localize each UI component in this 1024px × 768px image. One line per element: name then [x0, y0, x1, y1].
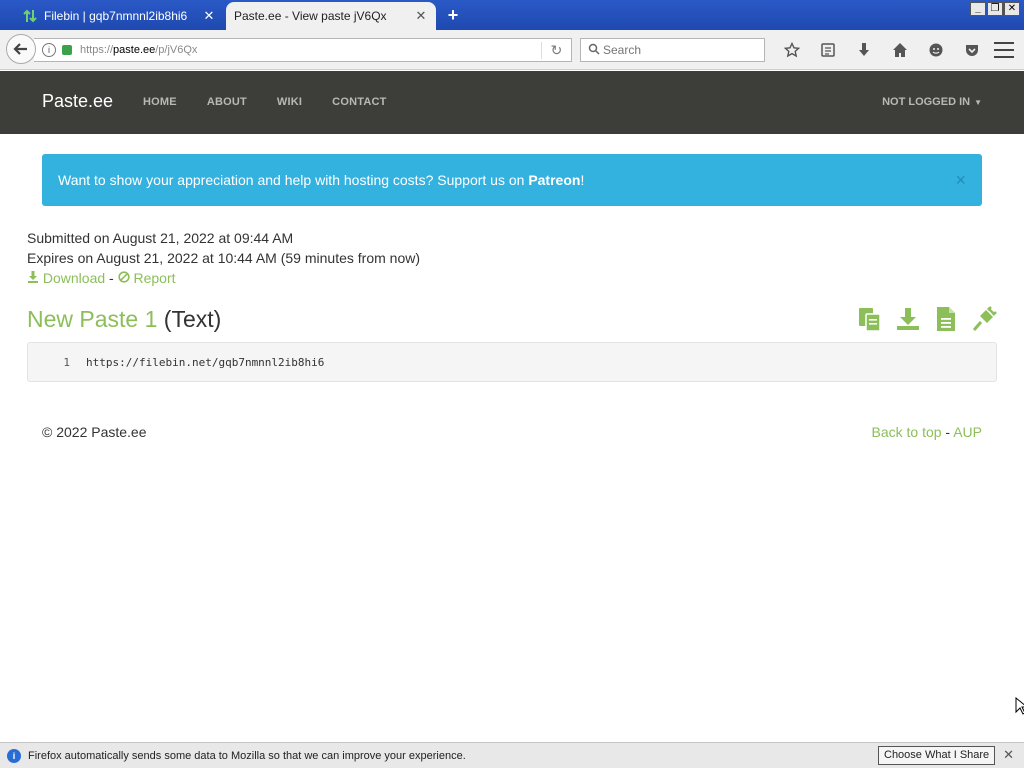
hamburger-menu-icon[interactable] — [994, 40, 1014, 60]
tab-paste-ee[interactable]: Paste.ee - View paste jV6Qx ✕ — [226, 2, 436, 30]
notification-text: Firefox automatically sends some data to… — [28, 749, 466, 762]
tab-title: Filebin | gqb7nmnnl2ib8hi6 — [44, 9, 188, 23]
footer-copyright: © 2022 Paste.ee — [42, 424, 147, 440]
download-icon — [28, 271, 38, 283]
alert-end: ! — [580, 172, 585, 188]
reading-list-icon[interactable] — [810, 38, 846, 62]
aup-link[interactable]: AUP — [953, 424, 982, 440]
url-text[interactable]: https://paste.ee/p/jV6Qx — [80, 44, 541, 56]
code-line: https://filebin.net/gqb7nmnnl2ib8hi6 — [86, 356, 325, 369]
site-brand[interactable]: Paste.ee — [42, 91, 113, 112]
window-controls: _ ❐ ✕ — [970, 2, 1020, 16]
site-nav: HOME ABOUT WIKI CONTACT — [143, 96, 417, 108]
patreon-link[interactable]: Patreon — [528, 172, 580, 188]
paste-meta: Submitted on August 21, 2022 at 09:44 AM… — [27, 228, 420, 288]
report-link[interactable]: Report — [118, 270, 176, 286]
paste-type: (Text) — [163, 306, 222, 332]
paste-name: New Paste 1 — [27, 306, 158, 332]
expires-date: Expires on August 21, 2022 at 10:44 AM (… — [27, 250, 420, 266]
tab-filebin[interactable]: Filebin | gqb7nmnnl2ib8hi6 ✕ — [14, 2, 224, 30]
close-window-button[interactable]: ✕ — [1004, 2, 1020, 16]
search-input[interactable] — [603, 43, 753, 57]
browser-tab-strip: Filebin | gqb7nmnnl2ib8hi6 ✕ Paste.ee - … — [0, 0, 1024, 30]
embed-button[interactable] — [970, 305, 998, 333]
caret-down-icon: ▼ — [974, 98, 982, 107]
login-dropdown[interactable]: NOT LOGGED IN ▼ — [882, 96, 982, 108]
new-tab-button[interactable]: + — [444, 4, 462, 26]
home-icon[interactable] — [882, 38, 918, 62]
download-label: Download — [42, 270, 106, 286]
footer-links: Back to top - AUP — [871, 424, 982, 440]
login-label: NOT LOGGED IN — [882, 96, 971, 108]
download-icon — [897, 308, 919, 330]
raw-document-icon — [937, 307, 955, 331]
url-host: paste.ee — [113, 44, 156, 56]
mouse-cursor-icon — [1015, 697, 1024, 715]
download-paste-button[interactable] — [894, 305, 922, 333]
tab-close-icon[interactable]: ✕ — [202, 8, 216, 24]
nav-wiki[interactable]: WIKI — [277, 96, 302, 108]
url-bar[interactable]: i https://paste.ee/p/jV6Qx ↻ — [34, 38, 572, 62]
nav-contact[interactable]: CONTACT — [332, 96, 386, 108]
patreon-alert: Want to show your appreciation and help … — [42, 154, 982, 206]
lock-icon[interactable] — [62, 45, 72, 55]
back-arrow-icon — [13, 43, 27, 55]
choose-what-i-share-button[interactable]: Choose What I Share — [878, 746, 996, 765]
nav-about[interactable]: ABOUT — [207, 96, 247, 108]
raw-button[interactable] — [932, 305, 960, 333]
alert-message: Want to show your appreciation and help … — [58, 172, 529, 188]
report-label: Report — [133, 270, 176, 286]
info-icon[interactable]: i — [42, 43, 56, 57]
plug-icon — [972, 306, 997, 331]
filebin-arrows-icon — [22, 8, 38, 24]
restore-button[interactable]: ❐ — [987, 2, 1003, 16]
nav-home[interactable]: HOME — [143, 96, 177, 108]
url-path: /p/jV6Qx — [155, 44, 198, 56]
smiley-icon[interactable] — [918, 38, 954, 62]
copy-icon — [859, 308, 881, 332]
firefox-notification-bar: i Firefox automatically sends some data … — [0, 742, 1024, 768]
download-link[interactable]: Download — [27, 270, 105, 286]
ban-icon — [118, 271, 130, 283]
paste-actions — [856, 305, 998, 333]
close-icon[interactable]: ✕ — [1003, 747, 1014, 763]
search-bar[interactable] — [580, 38, 765, 62]
line-number: 1 — [63, 356, 70, 369]
site-header: Paste.ee HOME ABOUT WIKI CONTACT NOT LOG… — [0, 71, 1024, 134]
download-icon[interactable] — [846, 38, 882, 62]
link-separator: - — [105, 270, 118, 286]
footer-separator: - — [941, 424, 954, 440]
back-to-top-link[interactable]: Back to top — [871, 424, 941, 440]
alert-close-icon[interactable]: × — [955, 170, 966, 191]
toolbar-icons — [774, 38, 990, 62]
url-scheme: https:// — [80, 44, 114, 56]
paste-code-box: 1 https://filebin.net/gqb7nmnnl2ib8hi6 — [27, 342, 997, 382]
back-button[interactable] — [6, 34, 36, 64]
minimize-button[interactable]: _ — [970, 2, 986, 16]
bookmark-star-icon[interactable] — [774, 38, 810, 62]
alert-text: Want to show your appreciation and help … — [58, 172, 584, 188]
copy-button[interactable] — [856, 305, 884, 333]
browser-navbar: i https://paste.ee/p/jV6Qx ↻ — [0, 30, 1024, 70]
reload-icon[interactable]: ↻ — [541, 41, 571, 59]
paste-links: Download - Report — [27, 268, 420, 288]
info-icon: i — [7, 748, 21, 763]
tab-close-icon[interactable]: ✕ — [414, 8, 428, 24]
search-icon — [585, 43, 603, 58]
pocket-icon[interactable] — [954, 38, 990, 62]
tab-title: Paste.ee - View paste jV6Qx — [234, 9, 387, 23]
submitted-date: Submitted on August 21, 2022 at 09:44 AM — [27, 230, 294, 246]
paste-title: New Paste 1 (Text) — [27, 306, 221, 333]
